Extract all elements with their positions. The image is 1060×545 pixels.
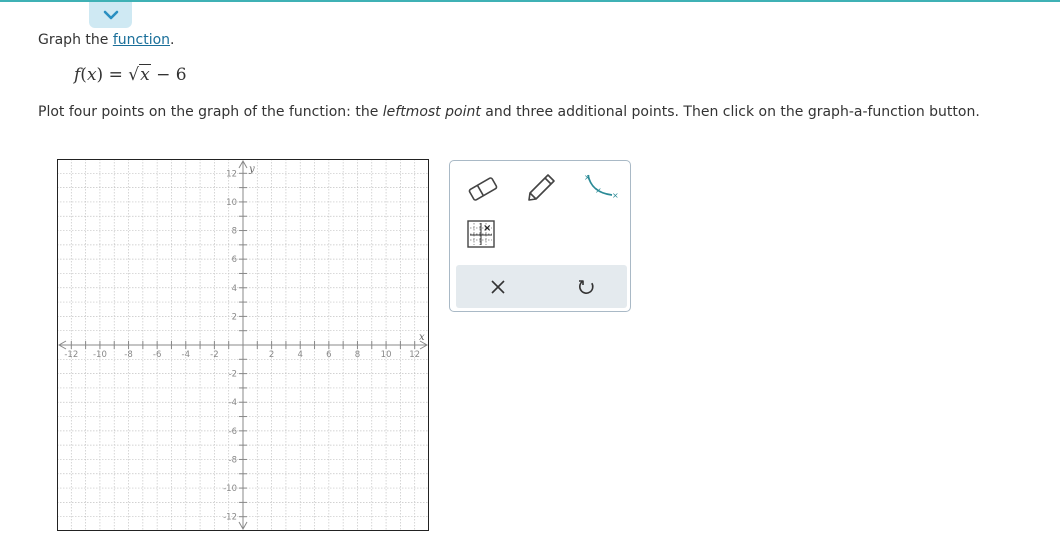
x-tick-label: -8 xyxy=(124,350,132,360)
plot-instruction-before: Plot four points on the graph of the fun… xyxy=(38,104,383,120)
y-tick-label: 4 xyxy=(232,284,237,294)
clear-icon xyxy=(491,280,505,294)
x-tick-label: 6 xyxy=(326,350,331,360)
formula-tail: − 6 xyxy=(150,65,187,85)
plot-instruction-emphasis: leftmost point xyxy=(382,104,481,120)
pencil-icon xyxy=(528,174,555,201)
y-tick-label: 6 xyxy=(232,255,237,265)
y-axis-label: y xyxy=(248,164,255,175)
formula-equals: = xyxy=(103,65,129,85)
svg-text:×: × xyxy=(595,186,602,195)
instruction-text: Graph the function. xyxy=(38,31,174,49)
eraser-icon xyxy=(468,177,498,201)
x-tick-label: -6 xyxy=(153,350,161,360)
y-tick-label: -10 xyxy=(223,484,237,494)
x-tick-label: 8 xyxy=(355,350,360,360)
y-tick-label: -2 xyxy=(229,370,237,380)
clear-button[interactable] xyxy=(486,275,510,299)
y-tick-label: 2 xyxy=(232,312,237,322)
y-tick-label: 8 xyxy=(232,227,237,237)
point-tool-button[interactable]: × xyxy=(466,219,496,251)
svg-text:×: × xyxy=(483,223,491,234)
tick-labels: -12 -12 -10 -10 -8 -8 -6 -6 -4 -4 -2 -2 2 2 4 4 6 6 8 8 10 10… xyxy=(64,169,420,522)
graph-a-function-icon: × × × xyxy=(584,173,619,200)
x-tick-label: -12 xyxy=(64,350,78,360)
action-bar xyxy=(456,265,627,308)
eraser-tool-button[interactable] xyxy=(466,173,500,203)
svg-text:×: × xyxy=(612,191,619,200)
y-tick-label: -8 xyxy=(229,455,237,465)
y-tick-label: -6 xyxy=(229,427,237,437)
x-tick-label: 12 xyxy=(409,350,420,360)
instruction-suffix: . xyxy=(170,32,175,48)
chevron-down-icon xyxy=(103,10,118,19)
y-tick-label: 12 xyxy=(226,169,237,179)
coordinate-graph[interactable]: -12 -12 -10 -10 -8 -8 -6 -6 -4 -4 -2 -2 2 2 4 4 6 6 8 8 10 10… xyxy=(57,159,429,531)
pencil-tool-button[interactable] xyxy=(524,171,558,203)
top-accent-bar xyxy=(0,0,1060,2)
formula-lhs: f xyxy=(74,65,81,85)
plot-instruction-text: Plot four points on the graph of the fun… xyxy=(38,103,980,121)
x-tick-label: 2 xyxy=(269,350,274,360)
x-tick-label: -10 xyxy=(93,350,107,360)
collapse-toggle-button[interactable] xyxy=(89,2,132,28)
graph-toolbox: × × × × xyxy=(449,160,631,312)
formula-radicand: x xyxy=(139,64,151,85)
y-tick-label: -4 xyxy=(229,398,237,408)
x-tick-label: 10 xyxy=(381,350,392,360)
undo-icon xyxy=(579,280,594,294)
y-tick-label: 10 xyxy=(226,198,237,208)
function-link[interactable]: function xyxy=(113,32,170,48)
x-axis-label: x xyxy=(419,332,425,343)
formula-arg: x xyxy=(86,65,97,85)
radical-sign: √ xyxy=(128,65,140,85)
x-tick-label: 4 xyxy=(298,350,303,360)
function-formula: f(x) = √x − 6 xyxy=(74,64,187,85)
svg-text:×: × xyxy=(584,173,591,182)
y-tick-label: -12 xyxy=(223,513,237,523)
x-tick-label: -4 xyxy=(182,350,190,360)
graph-a-function-button[interactable]: × × × xyxy=(582,171,620,203)
point-grid-icon: × xyxy=(467,220,495,248)
undo-button[interactable] xyxy=(574,275,598,299)
x-tick-label: -2 xyxy=(210,350,218,360)
plot-instruction-after: and three additional points. Then click … xyxy=(480,104,980,120)
instruction-prefix: Graph the xyxy=(38,32,113,48)
